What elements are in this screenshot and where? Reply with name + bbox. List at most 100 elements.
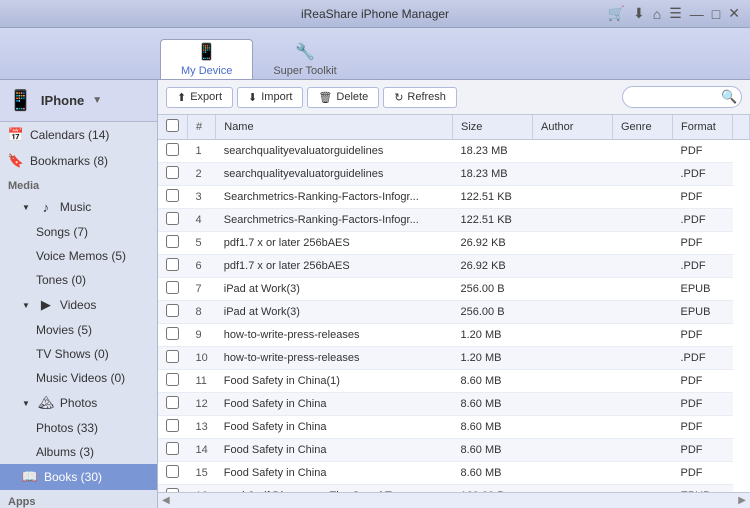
sidebar-item-albums[interactable]: Albums (3) bbox=[0, 440, 157, 464]
sidebar-item-photos[interactable]: ▼ 🏔 Photos bbox=[0, 390, 157, 416]
home-icon[interactable]: ⌂ bbox=[651, 6, 663, 22]
row-checkbox[interactable] bbox=[166, 189, 179, 202]
search-input[interactable] bbox=[631, 91, 721, 103]
row-author bbox=[533, 140, 613, 163]
refresh-button[interactable]: ↻ Refresh bbox=[383, 87, 457, 108]
row-checkbox[interactable] bbox=[166, 373, 179, 386]
row-checkbox[interactable] bbox=[166, 166, 179, 179]
iphone-header[interactable]: 📱 IPhone ▼ bbox=[0, 80, 157, 122]
sidebar-item-photos-sub[interactable]: Photos (33) bbox=[0, 416, 157, 440]
table-row[interactable]: 2 searchqualityevaluatorguidelines 18.23… bbox=[158, 163, 750, 186]
sidebar-item-photos-label: Photos bbox=[60, 396, 97, 410]
sidebar-item-tones[interactable]: Tones (0) bbox=[0, 268, 157, 292]
sidebar-item-calendars[interactable]: 📅 Calendars (14) bbox=[0, 122, 157, 148]
delete-button[interactable]: 🗑 Delete bbox=[307, 87, 379, 108]
row-checkbox[interactable] bbox=[166, 327, 179, 340]
table-row[interactable]: 8 iPad at Work(3) 256.00 B EPUB bbox=[158, 301, 750, 324]
table-row[interactable]: 16 epub2pdf Dinosaurs--The Grand Tour -.… bbox=[158, 485, 750, 493]
menu-icon[interactable]: ☰ bbox=[667, 5, 684, 22]
table-row[interactable]: 11 Food Safety in China(1) 8.60 MB PDF bbox=[158, 370, 750, 393]
row-checkbox[interactable] bbox=[166, 442, 179, 455]
row-checkbox-cell[interactable] bbox=[158, 370, 188, 393]
row-checkbox-cell[interactable] bbox=[158, 439, 188, 462]
sidebar-item-voice-memos[interactable]: Voice Memos (5) bbox=[0, 244, 157, 268]
col-author[interactable]: Author bbox=[533, 115, 613, 140]
table-row[interactable]: 3 Searchmetrics-Ranking-Factors-Infogr..… bbox=[158, 186, 750, 209]
table-row[interactable]: 5 pdf1.7 x or later 256bAES 26.92 KB PDF bbox=[158, 232, 750, 255]
sidebar-item-books[interactable]: 📖 Books (30) bbox=[0, 464, 157, 490]
cart-icon[interactable]: 🛒 bbox=[606, 5, 627, 22]
table-row[interactable]: 10 how-to-write-press-releases 1.20 MB .… bbox=[158, 347, 750, 370]
row-size: 122.51 KB bbox=[453, 186, 533, 209]
iphone-dropdown-arrow[interactable]: ▼ bbox=[92, 95, 102, 106]
row-checkbox-cell[interactable] bbox=[158, 324, 188, 347]
table-row[interactable]: 1 searchqualityevaluatorguidelines 18.23… bbox=[158, 140, 750, 163]
main-layout: 📱 IPhone ▼ 📅 Calendars (14) 🔖 Bookmarks … bbox=[0, 80, 750, 508]
tab-my-device[interactable]: 📱 My Device bbox=[160, 39, 253, 79]
row-checkbox[interactable] bbox=[166, 281, 179, 294]
row-author bbox=[533, 485, 613, 493]
row-checkbox[interactable] bbox=[166, 396, 179, 409]
scroll-left-icon[interactable]: ◀ bbox=[162, 495, 170, 506]
row-size: 8.60 MB bbox=[453, 462, 533, 485]
select-all-checkbox[interactable] bbox=[166, 119, 179, 132]
tab-super-toolkit[interactable]: 🔧 Super Toolkit bbox=[253, 39, 356, 79]
row-checkbox[interactable] bbox=[166, 419, 179, 432]
row-size: 18.23 MB bbox=[453, 140, 533, 163]
row-checkbox-cell[interactable] bbox=[158, 186, 188, 209]
close-icon[interactable]: ✕ bbox=[726, 5, 742, 22]
row-size: 26.92 KB bbox=[453, 232, 533, 255]
scroll-right-icon[interactable]: ▶ bbox=[738, 495, 746, 506]
row-checkbox[interactable] bbox=[166, 212, 179, 225]
table-row[interactable]: 13 Food Safety in China 8.60 MB PDF bbox=[158, 416, 750, 439]
col-size[interactable]: Size bbox=[453, 115, 533, 140]
row-checkbox[interactable] bbox=[166, 143, 179, 156]
row-checkbox[interactable] bbox=[166, 258, 179, 271]
table-row[interactable]: 9 how-to-write-press-releases 1.20 MB PD… bbox=[158, 324, 750, 347]
sidebar-item-videos[interactable]: ▼ ▶ Videos bbox=[0, 292, 157, 318]
table-row[interactable]: 6 pdf1.7 x or later 256bAES 26.92 KB .PD… bbox=[158, 255, 750, 278]
table-row[interactable]: 12 Food Safety in China 8.60 MB PDF bbox=[158, 393, 750, 416]
sidebar-item-photos-sub-label: Photos (33) bbox=[36, 421, 98, 435]
row-format: PDF bbox=[673, 232, 733, 255]
row-checkbox-cell[interactable] bbox=[158, 140, 188, 163]
sidebar-item-music-videos[interactable]: Music Videos (0) bbox=[0, 366, 157, 390]
col-genre[interactable]: Genre bbox=[613, 115, 673, 140]
table-scroll-nav: ◀ ▶ bbox=[158, 492, 750, 508]
sidebar-item-bookmarks[interactable]: 🔖 Bookmarks (8) bbox=[0, 148, 157, 174]
row-checkbox-cell[interactable] bbox=[158, 347, 188, 370]
row-checkbox-cell[interactable] bbox=[158, 163, 188, 186]
row-checkbox-cell[interactable] bbox=[158, 485, 188, 493]
minimize-icon[interactable]: — bbox=[688, 6, 706, 22]
row-checkbox-cell[interactable] bbox=[158, 255, 188, 278]
table-row[interactable]: 15 Food Safety in China 8.60 MB PDF bbox=[158, 462, 750, 485]
col-checkbox bbox=[158, 115, 188, 140]
export-button[interactable]: ⬆ Export bbox=[166, 87, 233, 108]
row-checkbox-cell[interactable] bbox=[158, 232, 188, 255]
sidebar-item-songs[interactable]: Songs (7) bbox=[0, 220, 157, 244]
table-row[interactable]: 4 Searchmetrics-Ranking-Factors-Infogr..… bbox=[158, 209, 750, 232]
row-size: 8.60 MB bbox=[453, 370, 533, 393]
col-format[interactable]: Format bbox=[673, 115, 733, 140]
col-name[interactable]: Name bbox=[216, 115, 453, 140]
table-row[interactable]: 7 iPad at Work(3) 256.00 B EPUB bbox=[158, 278, 750, 301]
row-checkbox[interactable] bbox=[166, 465, 179, 478]
import-button[interactable]: ⬇ Import bbox=[237, 87, 303, 108]
sidebar-item-tv-shows[interactable]: TV Shows (0) bbox=[0, 342, 157, 366]
row-checkbox-cell[interactable] bbox=[158, 462, 188, 485]
row-checkbox[interactable] bbox=[166, 304, 179, 317]
sidebar-item-movies[interactable]: Movies (5) bbox=[0, 318, 157, 342]
row-checkbox-cell[interactable] bbox=[158, 416, 188, 439]
row-checkbox[interactable] bbox=[166, 350, 179, 363]
content-area: ⬆ Export ⬇ Import 🗑 Delete ↻ Refresh 🔍 bbox=[158, 80, 750, 508]
search-box[interactable]: 🔍 bbox=[622, 86, 742, 108]
row-checkbox-cell[interactable] bbox=[158, 278, 188, 301]
sidebar-item-music[interactable]: ▼ ♪ Music bbox=[0, 194, 157, 220]
row-checkbox-cell[interactable] bbox=[158, 301, 188, 324]
maximize-icon[interactable]: □ bbox=[710, 6, 722, 22]
table-row[interactable]: 14 Food Safety in China 8.60 MB PDF bbox=[158, 439, 750, 462]
row-checkbox-cell[interactable] bbox=[158, 393, 188, 416]
download-icon[interactable]: ⬇ bbox=[631, 5, 647, 22]
row-checkbox-cell[interactable] bbox=[158, 209, 188, 232]
row-checkbox[interactable] bbox=[166, 235, 179, 248]
